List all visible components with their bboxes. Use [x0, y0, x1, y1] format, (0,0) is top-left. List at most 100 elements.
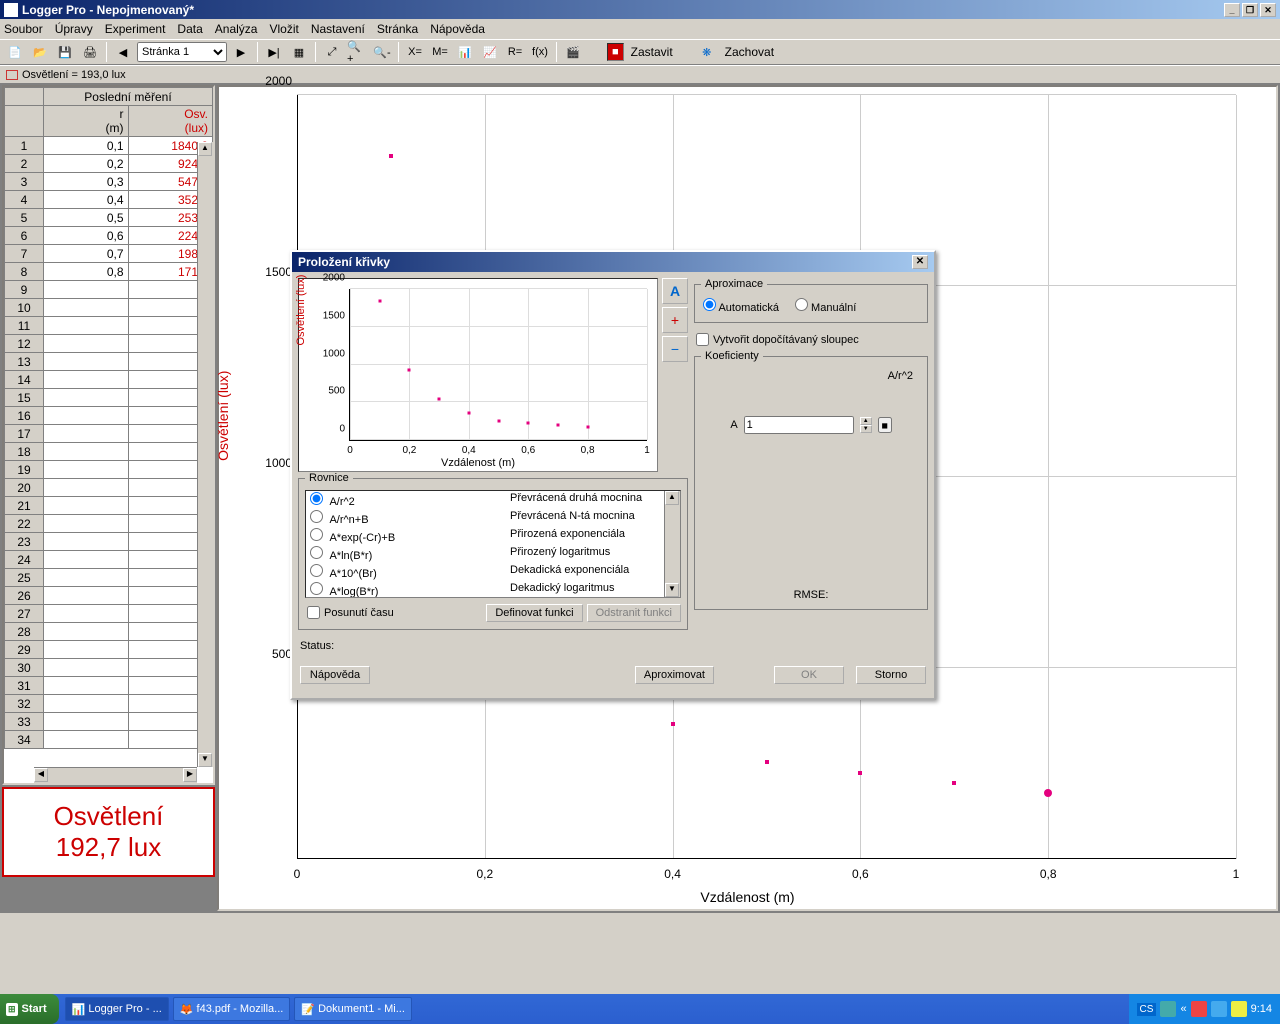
minimize-button[interactable]: _ — [1224, 3, 1240, 17]
table-row[interactable]: 21 — [5, 497, 213, 515]
tray-icon[interactable] — [1160, 1001, 1176, 1017]
tangent-icon[interactable]: M= — [429, 41, 451, 63]
auto-radio[interactable]: Automatická — [703, 298, 779, 314]
table-row[interactable]: 18 — [5, 443, 213, 461]
task-pdf[interactable]: 🦊 f43.pdf - Mozilla... — [173, 997, 291, 1021]
close-button[interactable]: ✕ — [1260, 3, 1276, 17]
table-row[interactable]: 80,8171,8 — [5, 263, 213, 281]
tray-icon[interactable] — [1191, 1001, 1207, 1017]
fx-icon[interactable]: f(x) — [529, 41, 551, 63]
menu-stranka[interactable]: Stránka — [377, 22, 418, 36]
table-row[interactable]: 30,3547,3 — [5, 173, 213, 191]
table-row[interactable]: 29 — [5, 641, 213, 659]
zoom-in-icon[interactable]: 🔍+ — [346, 41, 368, 63]
coef-down-icon[interactable]: ▼ — [860, 425, 872, 433]
open-icon[interactable]: 📂 — [29, 41, 51, 63]
equation-list[interactable]: A/r^2Převrácená druhá mocnina A/r^n+BPře… — [305, 490, 681, 598]
menu-experiment[interactable]: Experiment — [105, 22, 166, 36]
table-row[interactable]: 20,2924,5 — [5, 155, 213, 173]
table-row[interactable]: 20 — [5, 479, 213, 497]
dialog-close-button[interactable]: ✕ — [912, 255, 928, 269]
equation-option[interactable]: A*exp(-Cr)+BPřirozená exponenciála — [306, 527, 680, 545]
table-row[interactable]: 34 — [5, 731, 213, 749]
equation-option[interactable]: A/r^2Převrácená druhá mocnina — [306, 491, 680, 509]
page-select[interactable]: Stránka 1 — [137, 42, 227, 62]
scroll-down-icon[interactable]: ▼ — [198, 753, 212, 767]
equation-option[interactable]: A*ln(B*r)Přirozený logaritmus — [306, 545, 680, 563]
next-page-icon[interactable]: ▶ — [230, 41, 252, 63]
keep-icon[interactable]: ❋ — [696, 41, 718, 63]
table-scrollbar-h[interactable]: ◀ ▶ — [34, 767, 197, 783]
start-button[interactable]: ⊞ Start — [0, 994, 59, 1024]
curvefit-icon[interactable]: R= — [504, 41, 526, 63]
movie-icon[interactable]: 🎬 — [562, 41, 584, 63]
data-icon[interactable]: ▦ — [288, 41, 310, 63]
autoscale-icon[interactable]: ⤢ — [321, 41, 343, 63]
zoom-in-mini-icon[interactable]: + — [662, 307, 688, 333]
table-row[interactable]: 22 — [5, 515, 213, 533]
scroll-right-icon[interactable]: ▶ — [183, 768, 197, 782]
table-row[interactable]: 33 — [5, 713, 213, 731]
table-row[interactable]: 40,4352,9 — [5, 191, 213, 209]
menu-analyza[interactable]: Analýza — [215, 22, 258, 36]
coef-up-icon[interactable]: ▲ — [860, 417, 872, 425]
table-row[interactable]: 28 — [5, 623, 213, 641]
table-row[interactable]: 14 — [5, 371, 213, 389]
prev-page-icon[interactable]: ◀ — [112, 41, 134, 63]
scroll-left-icon[interactable]: ◀ — [34, 768, 48, 782]
table-row[interactable]: 30 — [5, 659, 213, 677]
zoom-out-mini-icon[interactable]: − — [662, 336, 688, 362]
system-tray[interactable]: CS « 9:14 — [1129, 994, 1280, 1024]
table-row[interactable]: 17 — [5, 425, 213, 443]
table-row[interactable]: 15 — [5, 389, 213, 407]
eq-scrollbar[interactable]: ▲ ▼ — [664, 491, 680, 597]
create-column-checkbox[interactable]: Vytvořit dopočítávaný sloupec — [694, 329, 928, 350]
table-row[interactable]: 60,6224,7 — [5, 227, 213, 245]
linefit-icon[interactable]: 📈 — [479, 41, 501, 63]
table-row[interactable]: 27 — [5, 605, 213, 623]
restore-button[interactable]: ❐ — [1242, 3, 1258, 17]
table-row[interactable]: 25 — [5, 569, 213, 587]
task-logger-pro[interactable]: 📊 Logger Pro - ... — [65, 997, 169, 1021]
menu-napoveda[interactable]: Nápověda — [430, 22, 485, 36]
menu-nastaveni[interactable]: Nastavení — [311, 22, 365, 36]
autoscale-mini-icon[interactable]: A — [662, 278, 688, 304]
table-row[interactable]: 16 — [5, 407, 213, 425]
table-row[interactable]: 10 — [5, 299, 213, 317]
table-row[interactable]: 13 — [5, 353, 213, 371]
table-row[interactable]: 31 — [5, 677, 213, 695]
table-scrollbar-v[interactable]: ▲ ▼ — [197, 142, 213, 767]
manual-radio[interactable]: Manuální — [795, 298, 856, 314]
task-word[interactable]: 📝 Dokument1 - Mi... — [294, 997, 412, 1021]
data-table[interactable]: Poslední měření r(m) Osv.(lux) 10,11840,… — [2, 85, 215, 785]
table-row[interactable]: 32 — [5, 695, 213, 713]
lang-indicator[interactable]: CS — [1137, 1003, 1157, 1016]
table-row[interactable]: 70,7198,3 — [5, 245, 213, 263]
ok-button[interactable]: OK — [774, 666, 844, 684]
new-icon[interactable]: 📄 — [4, 41, 26, 63]
coef-step-button[interactable]: ◼ — [878, 417, 892, 433]
collect-icon[interactable]: ▶| — [263, 41, 285, 63]
dialog-titlebar[interactable]: Proložení křivky ✕ — [292, 252, 934, 272]
tray-icon[interactable] — [1211, 1001, 1227, 1017]
table-row[interactable]: 19 — [5, 461, 213, 479]
cancel-button[interactable]: Storno — [856, 666, 926, 684]
table-row[interactable]: 12 — [5, 335, 213, 353]
menu-soubor[interactable]: Soubor — [4, 22, 43, 36]
scroll-up-icon[interactable]: ▲ — [198, 142, 212, 156]
table-row[interactable]: 50,5253,1 — [5, 209, 213, 227]
table-row[interactable]: 23 — [5, 533, 213, 551]
print-icon[interactable]: 🖨 — [79, 41, 101, 63]
table-row[interactable]: 10,11840,2 — [5, 137, 213, 155]
table-row[interactable]: 9 — [5, 281, 213, 299]
menu-vlozit[interactable]: Vložit — [269, 22, 298, 36]
help-button[interactable]: Nápověda — [300, 666, 370, 684]
tray-icon[interactable] — [1231, 1001, 1247, 1017]
save-icon[interactable]: 💾 — [54, 41, 76, 63]
menu-data[interactable]: Data — [177, 22, 202, 36]
examine-x-icon[interactable]: X= — [404, 41, 426, 63]
stats-icon[interactable]: 📊 — [454, 41, 476, 63]
time-shift-checkbox[interactable]: Posunutí času — [305, 602, 396, 623]
approximate-button[interactable]: Aproximovat — [635, 666, 714, 684]
table-row[interactable]: 26 — [5, 587, 213, 605]
